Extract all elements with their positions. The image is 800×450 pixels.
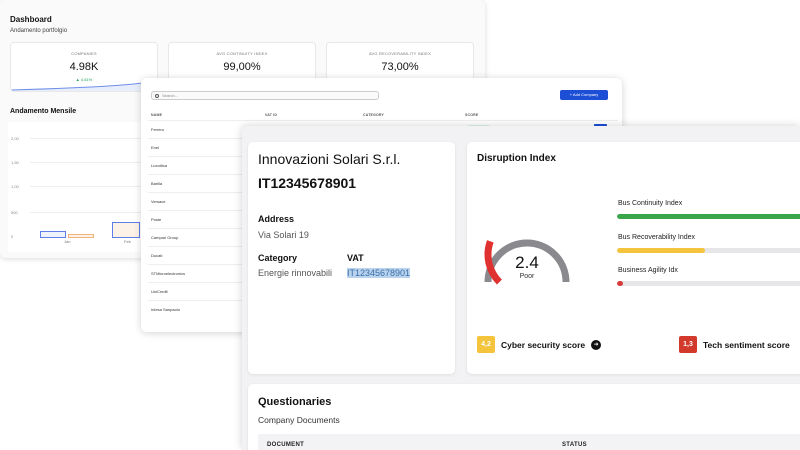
documents-table-header: DOCUMENT STATUS xyxy=(258,434,800,450)
search-input[interactable]: Search... xyxy=(151,91,379,100)
score-label: Tech sentiment score xyxy=(703,339,790,350)
cell-name: Luxottica xyxy=(151,163,168,168)
company-code: IT12345678901 xyxy=(258,175,357,191)
category-value: Energie rinnovabili xyxy=(258,268,333,278)
dashboard-title: Dashboard xyxy=(10,15,52,24)
kpi-label: AVG CONTINUITY INDEX xyxy=(216,51,268,56)
metric-bar-agility xyxy=(617,281,800,286)
column-header-category[interactable]: CATEGORY xyxy=(363,113,384,117)
grid-line xyxy=(30,138,150,139)
disruption-gauge: 2.4 Poor xyxy=(484,239,570,285)
cell-name: Ferrero xyxy=(151,127,165,132)
metric-fill xyxy=(617,248,705,253)
add-company-button[interactable]: + Add Company xyxy=(560,90,608,100)
dashboard-subtitle: Andamento portfolgio xyxy=(10,28,68,34)
y-tick: 2,00 xyxy=(11,136,19,141)
vat-value[interactable]: IT12345678901 xyxy=(347,268,411,278)
score-badge: 4,2 xyxy=(477,336,495,353)
column-header-score[interactable]: SCORE xyxy=(465,113,478,117)
grid-line xyxy=(30,212,150,213)
address-label: Address xyxy=(258,214,295,224)
monthly-chart-title: Andamento Mensile xyxy=(10,108,77,115)
kpi-value: 99,00% xyxy=(223,61,261,73)
score-badge: 1,3 xyxy=(679,336,697,353)
metric-fill xyxy=(617,214,800,219)
metric-label-recoverability: Bus Recoverability Index xyxy=(618,234,696,241)
column-header-document[interactable]: DOCUMENT xyxy=(267,442,304,448)
search-placeholder: Search... xyxy=(162,93,179,98)
address-value: Via Solari 19 xyxy=(258,230,309,240)
score-label: Cyber security score xyxy=(501,339,586,350)
gauge-label: Poor xyxy=(520,273,535,280)
grid-line xyxy=(30,186,150,187)
gauge-value: 2.4 xyxy=(515,253,539,272)
cell-name: Campari Group xyxy=(151,235,179,240)
cell-name: Ducati xyxy=(151,253,163,258)
y-tick: 1,50 xyxy=(11,160,19,165)
cyber-security-score[interactable]: 4,2 Cyber security score ➜ xyxy=(477,336,602,353)
column-header-name[interactable]: NAME xyxy=(151,113,162,117)
y-tick: 0 xyxy=(11,234,14,239)
cell-name: Enel xyxy=(151,145,160,150)
vat-label: VAT xyxy=(347,253,364,263)
tech-sentiment-score[interactable]: 1,3 Tech sentiment score xyxy=(679,336,790,353)
metric-label-agility: Business Agility Idx xyxy=(618,267,678,274)
disruption-index-card: Disruption Index 2.4 Poor Bus Continuity… xyxy=(467,142,800,374)
cell-name: Barilla xyxy=(151,181,163,186)
kpi-label: COMPANIES xyxy=(71,51,97,56)
metric-fill xyxy=(617,281,623,286)
search-icon xyxy=(155,94,159,98)
metric-bar-recoverability xyxy=(617,248,800,253)
kpi-companies[interactable]: COMPANIES 4.98K ▲ 4,61% xyxy=(10,42,158,92)
chart-bar[interactable] xyxy=(40,231,66,238)
metric-bar-continuity xyxy=(617,214,800,219)
column-header-vat[interactable]: VAT ID xyxy=(265,113,277,117)
kpi-sparkline xyxy=(11,80,157,91)
disruption-title: Disruption Index xyxy=(477,153,556,164)
questionaries-card: Questionaries Company Documents DOCUMENT… xyxy=(248,384,800,450)
kpi-label: AVG RECOVERABILITY INDEX xyxy=(368,51,431,56)
cell-name: Poste xyxy=(151,217,162,222)
cell-name: STMicroelectronics xyxy=(151,271,186,276)
kpi-value: 4.98K xyxy=(69,61,99,73)
category-label: Category xyxy=(258,253,298,263)
cell-name: UniCredit xyxy=(151,289,168,294)
company-name: Innovazioni Solari S.r.l. xyxy=(258,151,401,167)
column-header-status[interactable]: STATUS xyxy=(562,442,587,448)
grid-line xyxy=(30,162,150,163)
chart-bar[interactable] xyxy=(68,234,94,238)
company-detail-window: Innovazioni Solari S.r.l. IT12345678901 … xyxy=(242,126,800,450)
company-info-card: Innovazioni Solari S.r.l. IT12345678901 … xyxy=(248,142,455,374)
kpi-value: 73,00% xyxy=(381,61,419,73)
y-tick: 1,00 xyxy=(11,184,19,189)
x-tick: Feb xyxy=(124,239,131,244)
arrow-right-icon[interactable]: ➜ xyxy=(591,339,602,350)
cell-name: Intesa Sanpaolo xyxy=(151,307,180,312)
company-documents-subtitle: Company Documents xyxy=(258,415,340,425)
questionaries-title: Questionaries xyxy=(258,396,332,408)
x-tick: Jan xyxy=(64,239,71,244)
chart-bar[interactable] xyxy=(112,222,140,238)
cell-name: Versace xyxy=(151,199,166,204)
metric-label-continuity: Bus Continuity Index xyxy=(618,200,683,207)
y-tick: 500 xyxy=(11,210,18,215)
